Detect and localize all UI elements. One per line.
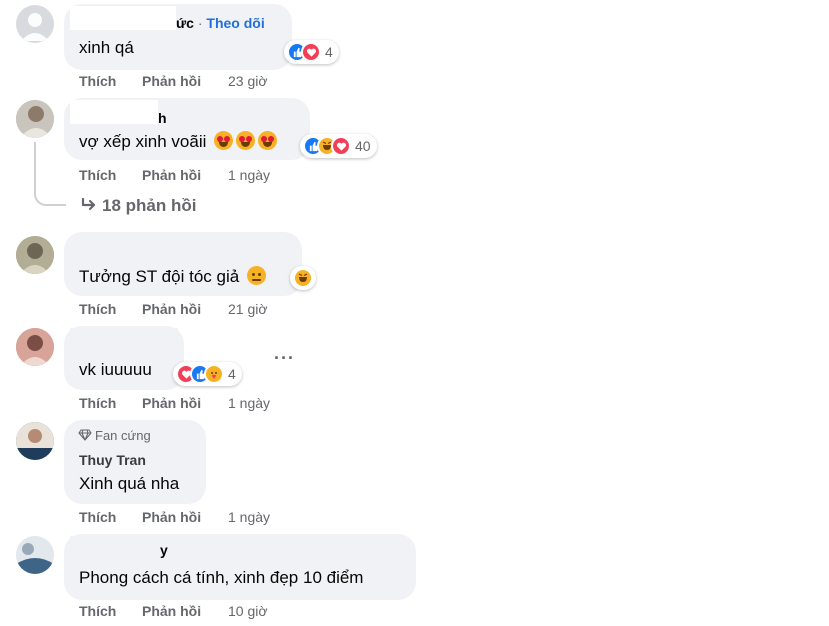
reply-arrow-icon (81, 197, 96, 211)
comment-time[interactable]: 10 giờ (228, 603, 268, 619)
heart-eyes-emoji (214, 131, 234, 150)
redacted-name (70, 100, 158, 124)
user-photo-icon (16, 422, 54, 460)
comment-time[interactable]: 21 giờ (228, 301, 268, 317)
reply-button[interactable]: Phản hồi (142, 301, 201, 317)
avatar[interactable] (16, 328, 54, 366)
comment-text: Xinh quá nha (79, 474, 180, 493)
like-button[interactable]: Thích (79, 301, 116, 317)
reply-button[interactable]: Phản hồi (142, 509, 201, 525)
reaction-summary[interactable]: 4 (173, 362, 242, 386)
comment-text: Phong cách cá tính, xinh đẹp 10 điểm (79, 568, 364, 587)
care-icon (204, 364, 224, 384)
reaction-summary[interactable]: 40 (300, 134, 377, 158)
top-fan-badge: Fan cứng (78, 428, 151, 443)
like-button[interactable]: Thích (79, 509, 116, 525)
more-options-icon[interactable]: ··· (274, 348, 294, 368)
reaction-summary[interactable]: 4 (284, 40, 339, 64)
diamond-icon (78, 429, 92, 441)
love-icon (331, 136, 351, 156)
comment-author[interactable]: Thuy Tran (79, 452, 146, 468)
avatar[interactable] (16, 536, 54, 574)
heart-eyes-emoji (258, 131, 278, 150)
comment-time[interactable]: 1 ngày (228, 509, 270, 525)
reaction-count: 4 (228, 366, 236, 382)
like-button[interactable]: Thích (79, 395, 116, 411)
comment-text-content: vợ xếp xinh voãii (79, 132, 207, 151)
avatar[interactable] (16, 100, 54, 138)
reaction-summary[interactable] (290, 266, 316, 290)
reply-button[interactable]: Phản hồi (142, 167, 201, 183)
avatar[interactable] (16, 422, 54, 460)
comment-text: vk iuuuuu (79, 360, 152, 379)
comment-text: Tưởng ST đội tóc giả (79, 266, 266, 287)
reply-button[interactable]: Phản hồi (142, 73, 201, 89)
thread-connector (34, 142, 66, 206)
haha-icon (293, 268, 313, 288)
user-photo-icon (16, 236, 54, 274)
comment-author[interactable]: ức · Theo dõi (176, 15, 265, 31)
comment-time[interactable]: 1 ngày (228, 167, 270, 183)
avatar[interactable] (16, 236, 54, 274)
follow-link[interactable]: Theo dõi (206, 15, 264, 31)
reaction-count: 40 (355, 138, 371, 154)
badge-label: Fan cứng (95, 428, 151, 443)
like-button[interactable]: Thích (79, 603, 116, 619)
comment-text-content: Tưởng ST đội tóc giả (79, 267, 240, 286)
avatar[interactable] (16, 5, 54, 43)
user-photo-icon (16, 100, 54, 138)
reaction-count: 4 (325, 44, 333, 60)
like-button[interactable]: Thích (79, 167, 116, 183)
like-button[interactable]: Thích (79, 73, 116, 89)
comment-time[interactable]: 1 ngày (228, 395, 270, 411)
redacted-name (70, 6, 176, 30)
replies-count-label: 18 phản hồi (102, 196, 197, 215)
comment-time[interactable]: 23 giờ (228, 73, 268, 89)
comment-text: vợ xếp xinh voãii (79, 131, 278, 152)
reply-button[interactable]: Phản hồi (142, 603, 201, 619)
author-name-suffix: ức (176, 15, 194, 31)
user-photo-icon (16, 328, 54, 366)
comment-author[interactable]: h (158, 110, 167, 126)
reply-button[interactable]: Phản hồi (142, 395, 201, 411)
love-icon (301, 42, 321, 62)
separator: · (193, 15, 207, 31)
view-replies-link[interactable]: 18 phản hồi (80, 196, 196, 216)
user-photo-icon (16, 536, 54, 574)
redacted-name (70, 536, 160, 556)
comment-author[interactable]: y (160, 542, 168, 558)
sad-face-emoji (246, 266, 266, 285)
comment-text: xinh qá (79, 38, 134, 57)
redacted-name (70, 328, 178, 352)
default-avatar-icon (21, 13, 49, 41)
heart-eyes-emoji (236, 131, 256, 150)
